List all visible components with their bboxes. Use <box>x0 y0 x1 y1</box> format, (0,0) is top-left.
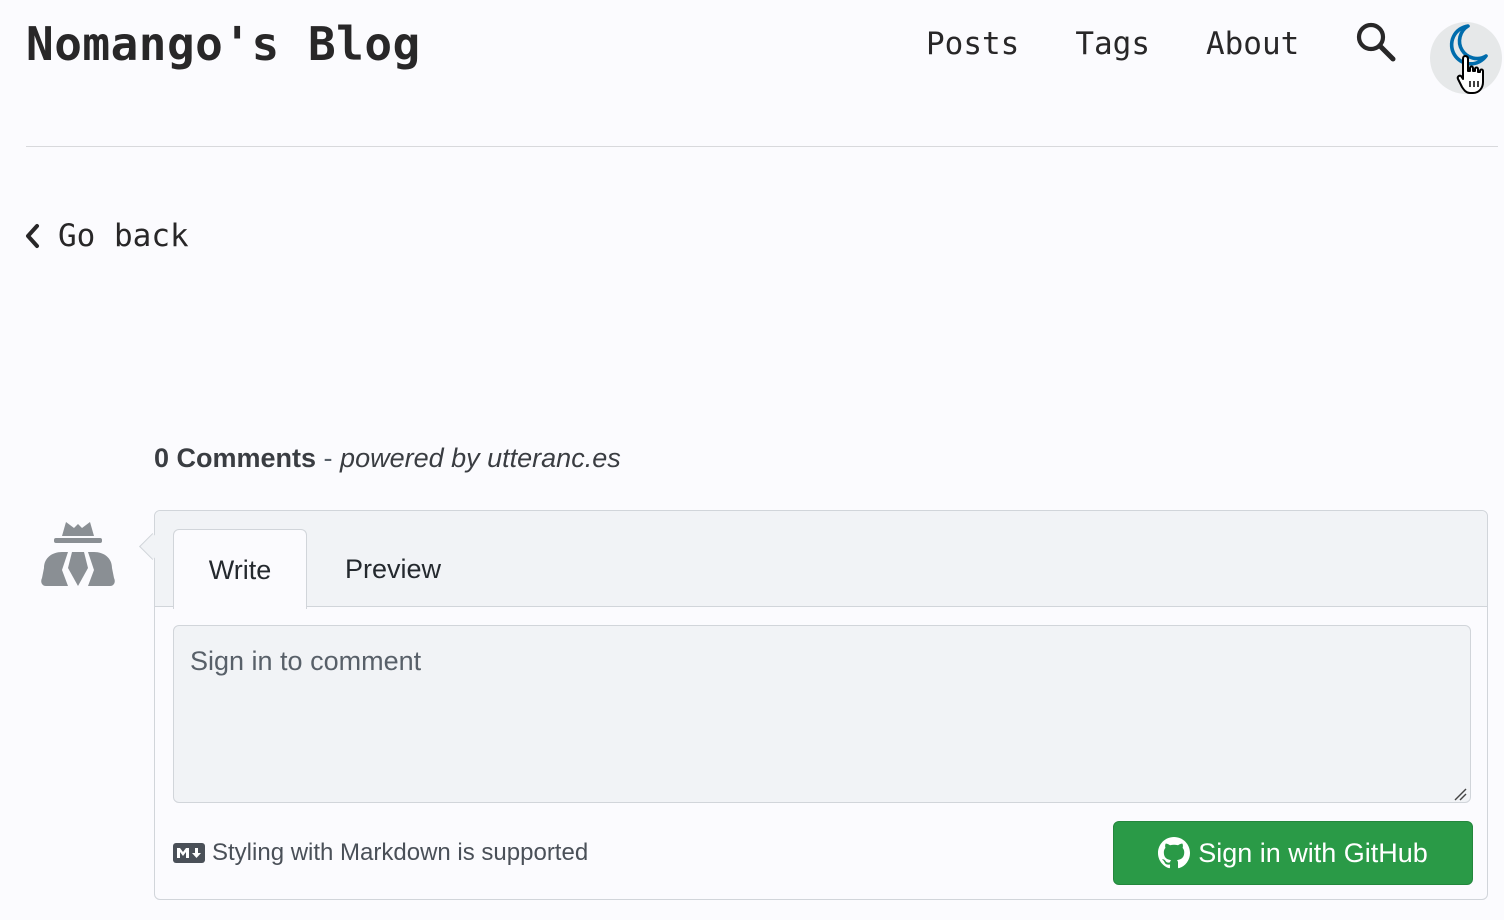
search-button[interactable] <box>1354 20 1398 64</box>
markdown-icon <box>173 843 205 863</box>
markdown-hint[interactable]: Styling with Markdown is supported <box>173 837 588 869</box>
comments-separator: - <box>316 443 341 473</box>
search-icon <box>1356 22 1396 62</box>
main-nav: Posts Tags About <box>926 20 1299 68</box>
site-header: Nomango's Blog Posts Tags About <box>0 0 1504 148</box>
nav-link-tags[interactable]: Tags <box>1075 20 1150 68</box>
go-back-label: Go back <box>58 218 189 254</box>
site-title[interactable]: Nomango's Blog <box>26 12 421 76</box>
resize-handle-icon[interactable] <box>1453 787 1467 801</box>
tab-preview[interactable]: Preview <box>323 529 463 609</box>
header-divider <box>26 146 1498 147</box>
nav-link-posts[interactable]: Posts <box>926 20 1019 68</box>
chevron-left-icon <box>26 224 39 248</box>
comments-count: 0 Comments <box>154 443 317 473</box>
comment-tabs: Write Preview <box>155 511 1487 609</box>
comments-header: 0 Comments - powered by utteranc.es <box>154 438 621 478</box>
nav-link-about[interactable]: About <box>1206 20 1299 68</box>
markdown-hint-text: Styling with Markdown is supported <box>212 839 589 866</box>
comment-input[interactable] <box>173 625 1471 803</box>
github-icon <box>1158 837 1191 869</box>
anonymous-user-icon <box>41 522 115 586</box>
comment-form: Write Preview Styling with Markdown is s… <box>139 510 1488 900</box>
powered-by-link[interactable]: powered by utteranc.es <box>340 443 621 473</box>
pointer-cursor-icon <box>1456 55 1484 94</box>
sign-in-github-button[interactable]: Sign in with GitHub <box>1113 821 1473 885</box>
sign-in-github-label: Sign in with GitHub <box>1198 837 1428 868</box>
tab-write[interactable]: Write <box>173 529 307 609</box>
go-back-link[interactable]: Go back <box>22 212 189 260</box>
